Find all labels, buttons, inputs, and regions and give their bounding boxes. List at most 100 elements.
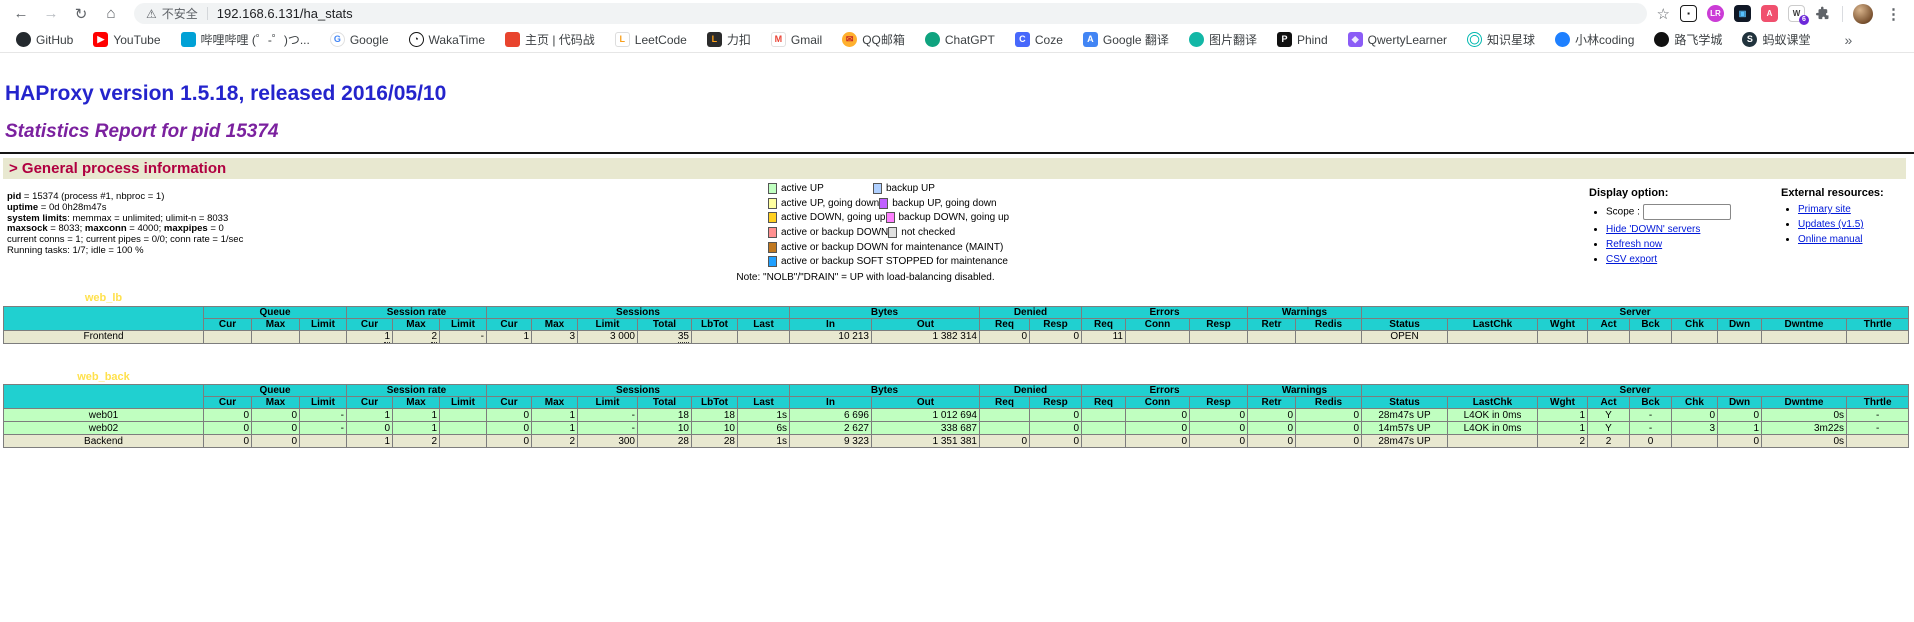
- row-name: web02: [4, 422, 204, 435]
- stat-cell: 0: [1296, 435, 1362, 448]
- bookmark-item[interactable]: ChatGPT: [925, 32, 995, 47]
- stat-cell: 1: [1538, 409, 1588, 422]
- bookmark-item[interactable]: L力扣: [707, 31, 751, 48]
- column-header: Status: [1362, 318, 1448, 330]
- bookmark-item[interactable]: PPhind: [1277, 32, 1328, 47]
- bookmark-item[interactable]: MGmail: [771, 32, 822, 47]
- stat-cell: [440, 422, 487, 435]
- bookmark-item[interactable]: 哔哩哔哩 (゜-゜)つ...: [181, 31, 310, 48]
- external-resource-link[interactable]: Online manual: [1798, 234, 1862, 245]
- bookmark-item[interactable]: ▶YouTube: [93, 32, 160, 47]
- bookmark-star-icon[interactable]: ☆: [1657, 5, 1670, 23]
- stat-cell: [1082, 409, 1126, 422]
- group-header: Warnings: [1248, 306, 1362, 318]
- bookmark-item[interactable]: 主页 | 代码战: [505, 31, 595, 48]
- bookmark-item[interactable]: AGoogle 翻译: [1083, 31, 1169, 48]
- column-header: Retr: [1248, 318, 1296, 330]
- legend-row: active or backup SOFT STOPPED for mainte…: [718, 254, 1013, 269]
- external-resource-link[interactable]: Updates (v1.5): [1798, 219, 1864, 230]
- legend-label: backup UP: [886, 183, 935, 194]
- bookmark-item[interactable]: GitHub: [16, 32, 73, 47]
- bookmark-label: 力扣: [727, 31, 751, 48]
- column-header: Limit: [578, 318, 638, 330]
- bookmark-item[interactable]: 小林coding: [1555, 31, 1634, 48]
- legend-item: active or backup DOWN: [768, 227, 888, 238]
- bookmark-label: QwertyLearner: [1368, 33, 1447, 47]
- legend-label: active DOWN, going up: [781, 212, 886, 223]
- bookmark-item[interactable]: ◯知识星球: [1467, 31, 1535, 48]
- stat-cell: 338 687: [872, 422, 980, 435]
- proxy-name-web_lb[interactable]: web_lb: [4, 291, 204, 306]
- section-header: > General process information: [3, 158, 1906, 179]
- bookmark-item[interactable]: ◔WakaTime: [409, 32, 485, 47]
- general-info-section: pid = 15374 (process #1, nbproc = 1)upti…: [3, 179, 1914, 291]
- stat-cell: [1672, 435, 1718, 448]
- column-header: Dwntme: [1762, 318, 1847, 330]
- column-header: Total: [638, 397, 692, 409]
- legend-item: backup UP, going down: [879, 198, 996, 209]
- column-header: Resp: [1190, 397, 1248, 409]
- stat-cell: [692, 330, 738, 343]
- legend-row: active DOWN, going up backup DOWN, going …: [718, 210, 1013, 225]
- column-header: Resp: [1030, 397, 1082, 409]
- stat-cell: [1762, 330, 1847, 343]
- bookmarks-overflow-icon[interactable]: »: [1844, 32, 1852, 48]
- side-panel-extension-icon[interactable]: ▪: [1680, 5, 1697, 22]
- security-chip[interactable]: ⚠ 不安全: [146, 5, 198, 22]
- column-header: In: [790, 397, 872, 409]
- reload-icon[interactable]: ↻: [68, 3, 94, 25]
- bookmark-item[interactable]: GGoogle: [330, 32, 389, 47]
- bookmark-favicon: [1654, 32, 1669, 47]
- translate-extension-icon[interactable]: A: [1761, 5, 1778, 22]
- bookmark-favicon: ◆: [1348, 32, 1363, 47]
- bookmark-item[interactable]: 图片翻译: [1189, 31, 1257, 48]
- stat-cell: 0: [1248, 422, 1296, 435]
- extensions-puzzle-icon[interactable]: [1815, 5, 1832, 22]
- stat-cell: 0: [1030, 435, 1082, 448]
- group-header: Sessions: [487, 306, 790, 318]
- home-icon[interactable]: ⌂: [98, 3, 124, 25]
- bookmark-item[interactable]: 路飞学城: [1654, 31, 1722, 48]
- wappalyzer-extension-icon[interactable]: W6: [1788, 5, 1805, 22]
- stat-cell: -: [300, 422, 347, 435]
- tooltip-value: 0: [1239, 423, 1245, 435]
- stat-cell: 1s: [738, 435, 790, 448]
- scope-input[interactable]: [1643, 204, 1731, 220]
- stat-cell: L4OK in 0ms: [1448, 422, 1538, 435]
- column-header-row: CurMaxLimitCurMaxLimitCurMaxLimitTotalLb…: [4, 318, 1909, 330]
- lr-extension-icon[interactable]: LR: [1707, 5, 1724, 22]
- profile-avatar[interactable]: [1853, 4, 1873, 24]
- display-option-link[interactable]: Hide 'DOWN' servers: [1606, 224, 1700, 235]
- bookmark-favicon: ✉: [842, 32, 857, 47]
- browser-window: ← → ↻ ⌂ ⚠ 不安全 192.168.6.131/ha_stats ☆ ▪…: [0, 0, 1914, 622]
- back-icon[interactable]: ←: [8, 3, 34, 25]
- menu-icon[interactable]: ⋮: [1883, 5, 1904, 23]
- stat-cell: 0: [1030, 330, 1082, 343]
- forward-icon[interactable]: →: [38, 3, 64, 25]
- row-Backend: Backend00120230028281s9 3231 351 3810000…: [4, 435, 1909, 448]
- bookmark-item[interactable]: S蚂蚁课堂: [1742, 31, 1810, 48]
- bookmark-label: GitHub: [36, 33, 73, 47]
- stat-cell: 1 012 694: [872, 409, 980, 422]
- column-header: Cur: [347, 318, 393, 330]
- haproxy-version-link[interactable]: HAProxy version 1.5.18, released 2016/05…: [5, 82, 446, 105]
- tooltip-value: 35: [678, 331, 689, 343]
- bookmark-label: 图片翻译: [1209, 31, 1257, 48]
- bookmarks-bar-items: GitHub ▶YouTube 哔哩哔哩 (゜-゜)つ... GGoogle ◔Waka…: [16, 31, 1810, 48]
- bookmark-item[interactable]: CCoze: [1015, 32, 1063, 47]
- stat-cell: -: [1630, 422, 1672, 435]
- capture-extension-icon[interactable]: ▣: [1734, 5, 1751, 22]
- external-resource-link[interactable]: Primary site: [1798, 204, 1851, 215]
- url-text: 192.168.6.131/ha_stats: [217, 6, 353, 21]
- display-option-link[interactable]: CSV export: [1606, 254, 1657, 265]
- stat-cell: 14m57s UP: [1362, 422, 1448, 435]
- proxy-name-web_back[interactable]: web_back: [4, 370, 204, 385]
- address-bar[interactable]: ⚠ 不安全 192.168.6.131/ha_stats: [134, 3, 1647, 24]
- bookmark-item[interactable]: ◆ QwertyLearner: [1348, 32, 1447, 47]
- stat-cell: OPEN: [1362, 330, 1448, 343]
- column-header: Limit: [300, 318, 347, 330]
- legend-label: backup DOWN, going up: [899, 212, 1010, 223]
- bookmark-item[interactable]: ✉QQ邮箱: [842, 31, 905, 48]
- bookmark-item[interactable]: LLeetCode: [615, 32, 687, 47]
- display-option-link[interactable]: Refresh now: [1606, 239, 1662, 250]
